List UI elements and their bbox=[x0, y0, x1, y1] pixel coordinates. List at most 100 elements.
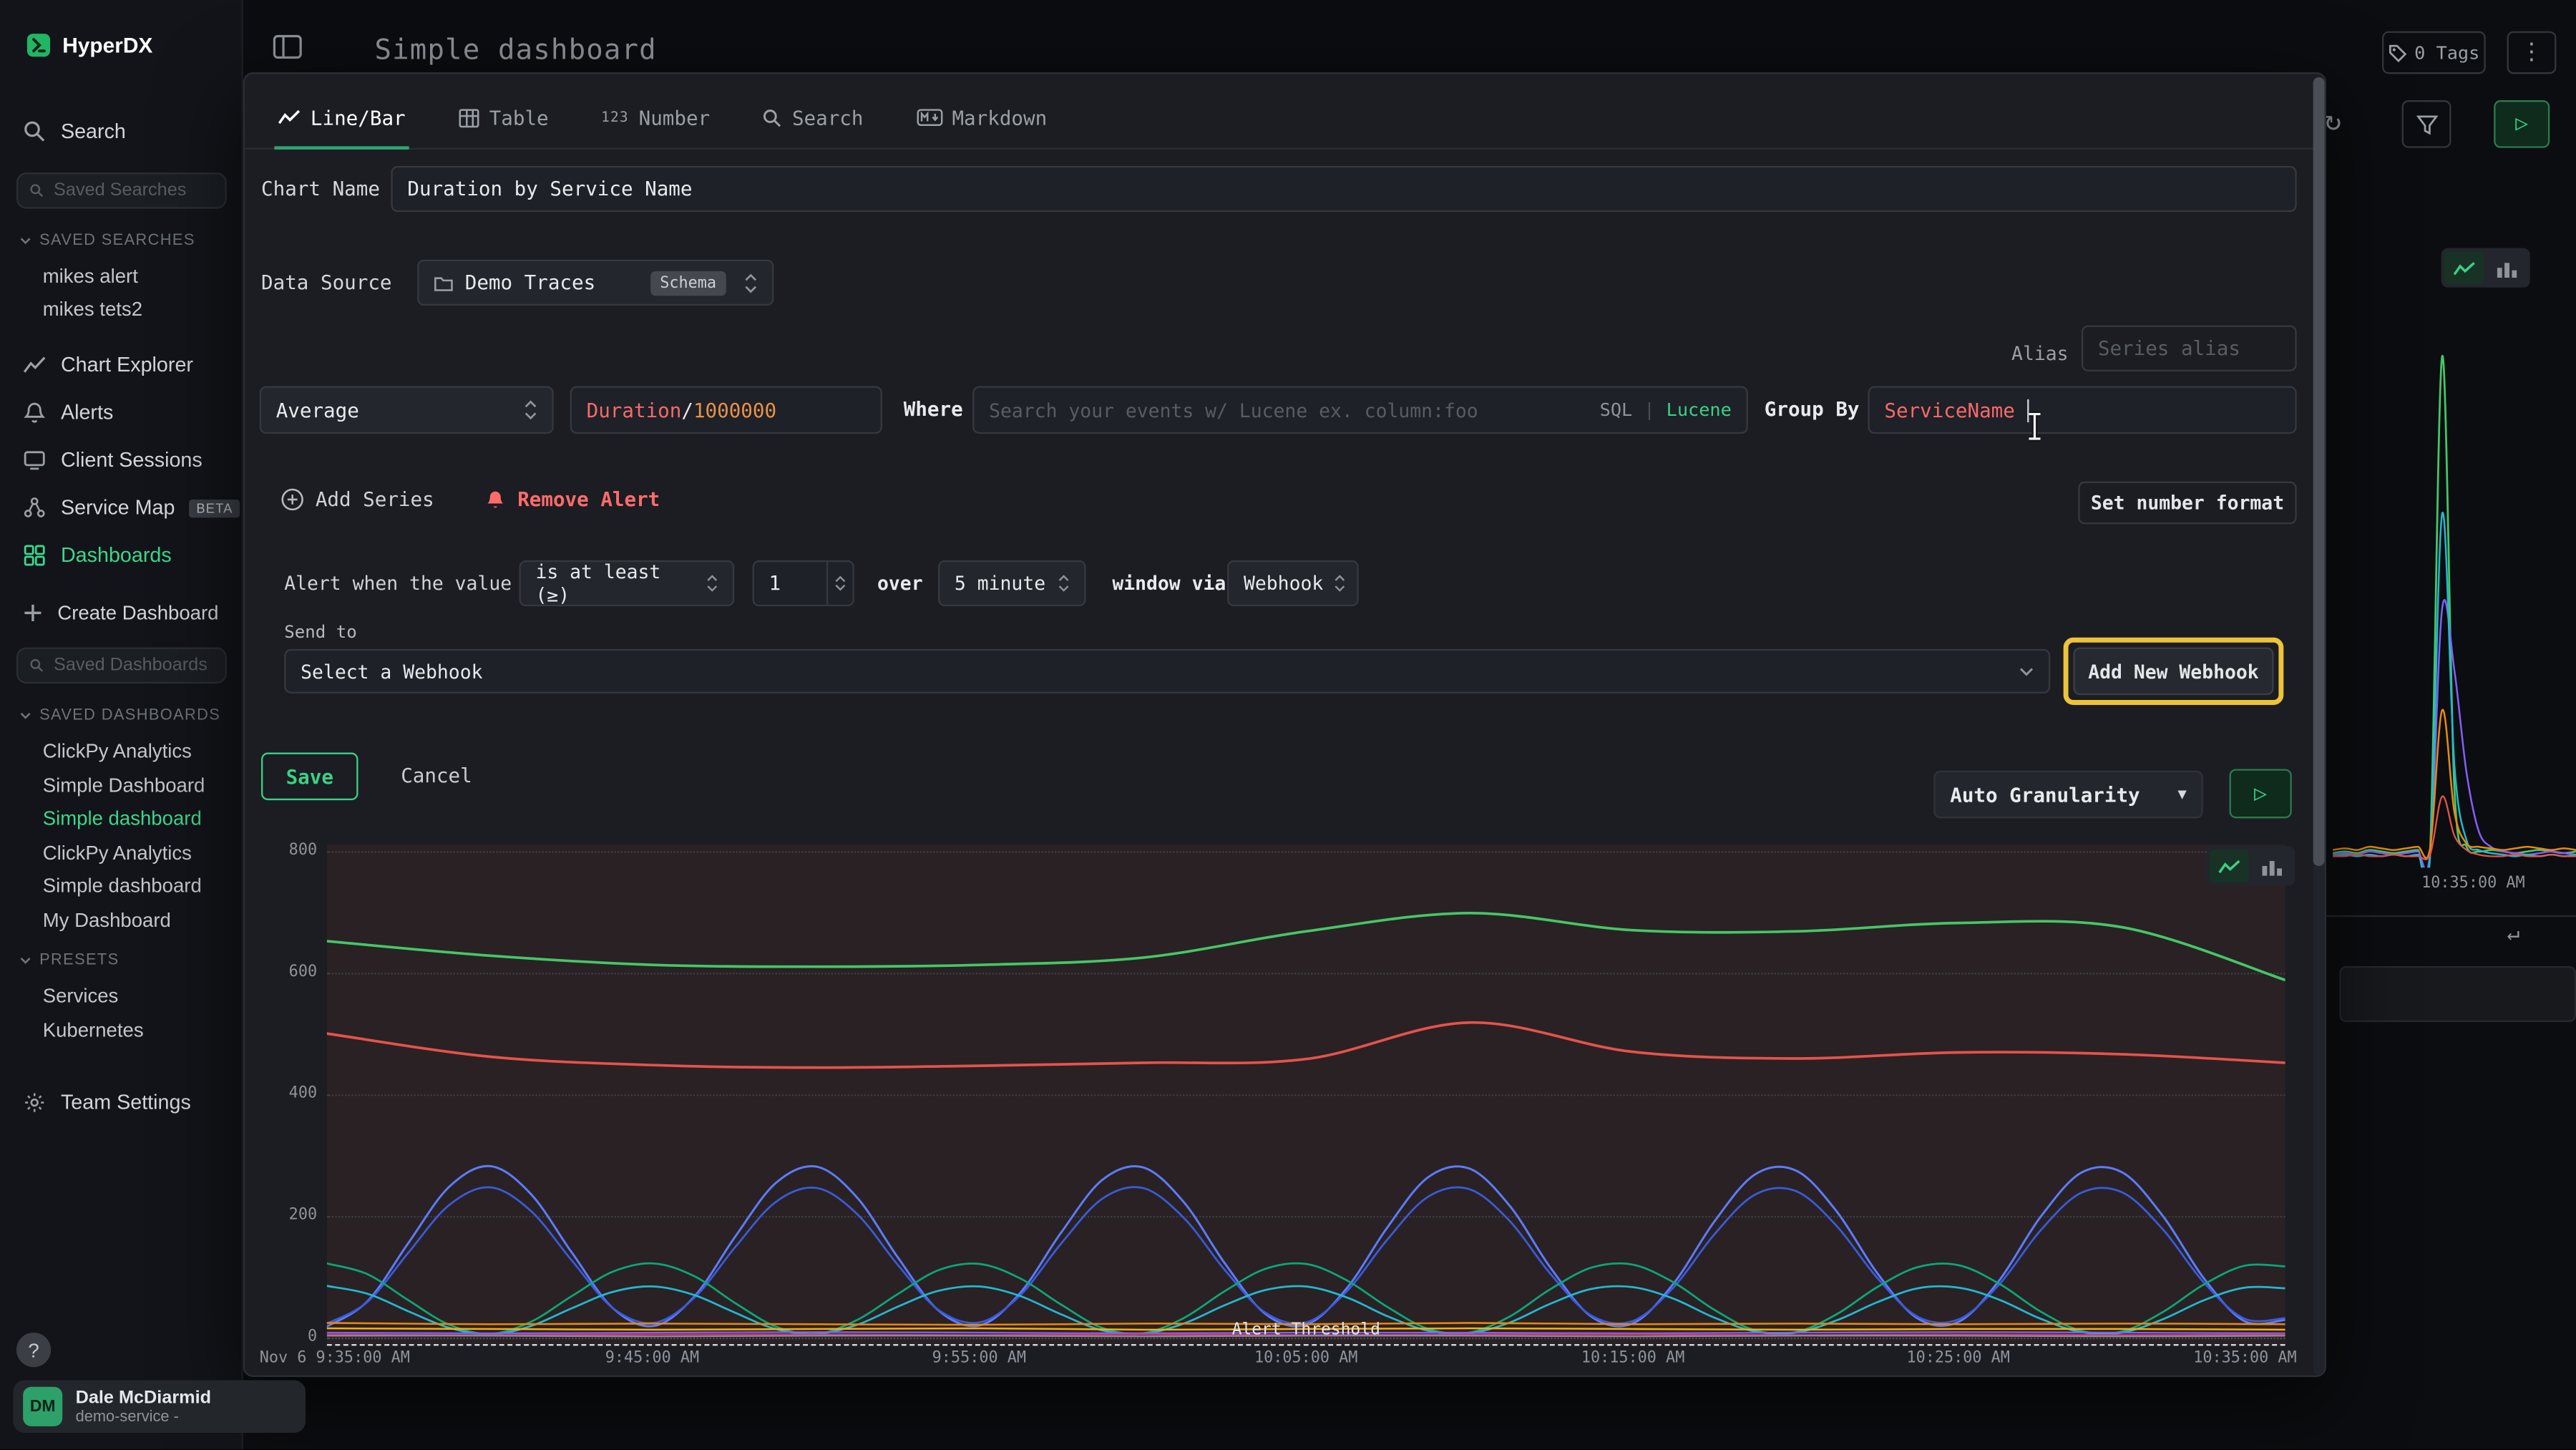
remove-alert-button[interactable]: Remove Alert bbox=[484, 488, 660, 511]
preview-run-button[interactable]: ▷ bbox=[2230, 769, 2292, 818]
alert-threshold-label: Alert Threshold bbox=[327, 1321, 2285, 1339]
data-source-select[interactable]: Demo Traces Schema bbox=[417, 260, 774, 306]
sidebar-item-chart-explorer[interactable]: Chart Explorer bbox=[23, 349, 193, 381]
x-tick: 10:35:00 AM bbox=[2099, 1349, 2297, 1367]
saved-searches-header[interactable]: SAVED SEARCHES bbox=[20, 232, 195, 250]
alert-threshold-field[interactable] bbox=[753, 560, 854, 606]
window-via-label: window via bbox=[1112, 572, 1226, 595]
chart-name-field[interactable] bbox=[391, 166, 2296, 212]
granularity-select[interactable]: Auto Granularity ▼ bbox=[1933, 771, 2203, 819]
modal-scrollbar[interactable] bbox=[2313, 77, 2325, 1376]
alert-window-select[interactable]: 5 minute bbox=[938, 560, 1086, 606]
line-chart-icon bbox=[2453, 259, 2476, 277]
add-new-webhook-button[interactable]: Add New Webhook bbox=[2073, 648, 2273, 696]
funnel-icon bbox=[2416, 115, 2437, 135]
run-query-button[interactable]: ▷ bbox=[2494, 100, 2550, 148]
aggregation-select[interactable]: Average bbox=[260, 386, 554, 434]
user-menu[interactable]: DM Dale McDiarmid demo-service - bbox=[13, 1381, 306, 1433]
beta-badge: BETA bbox=[190, 499, 240, 517]
tab-table[interactable]: Table bbox=[458, 87, 549, 149]
saved-dashboard-item[interactable]: ClickPy Analytics bbox=[43, 842, 192, 865]
saved-dashboards-input[interactable] bbox=[54, 656, 213, 676]
sidebar-item-team-settings[interactable]: Team Settings bbox=[23, 1086, 191, 1119]
tab-search[interactable]: Search bbox=[763, 87, 864, 149]
presets-header[interactable]: PRESETS bbox=[20, 951, 119, 969]
background-chart-type-toggle[interactable] bbox=[2441, 248, 2530, 288]
tab-number[interactable]: 123 Number bbox=[601, 87, 710, 149]
sidebar-item-client-sessions[interactable]: Client Sessions bbox=[23, 444, 203, 477]
saved-dashboard-item-active[interactable]: Simple dashboard bbox=[43, 807, 202, 829]
saved-dashboards-header[interactable]: SAVED DASHBOARDS bbox=[20, 706, 221, 724]
x-tick: 10:05:00 AM bbox=[1207, 1349, 1405, 1367]
alias-input[interactable] bbox=[2098, 337, 2280, 360]
where-input[interactable] bbox=[989, 399, 1588, 422]
plus-circle-icon bbox=[281, 488, 304, 511]
y-tick: 200 bbox=[251, 1206, 317, 1224]
alert-threshold-line[interactable] bbox=[327, 1344, 2285, 1346]
sidebar-item-alerts[interactable]: Alerts bbox=[23, 396, 113, 429]
modal-scrollbar-thumb[interactable] bbox=[2313, 77, 2325, 866]
help-button[interactable]: ? bbox=[16, 1333, 51, 1367]
saved-searches-searchbox[interactable] bbox=[16, 172, 227, 209]
x-tick: 10:15:00 AM bbox=[1534, 1349, 1732, 1367]
tab-line-bar[interactable]: Line/Bar bbox=[278, 87, 406, 149]
saved-search-item[interactable]: mikes alert bbox=[43, 265, 138, 288]
line-chart-icon bbox=[2218, 857, 2240, 875]
mouse-text-cursor bbox=[2024, 411, 2046, 442]
alert-threshold-input[interactable] bbox=[769, 572, 814, 595]
cancel-button[interactable]: Cancel bbox=[401, 764, 472, 787]
chart-name-input[interactable] bbox=[407, 177, 2280, 200]
formula-field[interactable]: Duration/1000000 bbox=[570, 386, 882, 434]
chart-name-label: Chart Name bbox=[261, 177, 380, 200]
sidebar-item-search[interactable]: Search bbox=[23, 115, 126, 148]
sidebar-item-service-map[interactable]: Service Map BETA bbox=[23, 491, 240, 524]
x-tick: 9:45:00 AM bbox=[554, 1349, 751, 1367]
bar-chart-icon bbox=[2262, 857, 2282, 875]
saved-dashboard-item[interactable]: ClickPy Analytics bbox=[43, 739, 192, 762]
chevron-down-icon bbox=[2019, 666, 2034, 676]
tab-markdown[interactable]: Markdown bbox=[916, 87, 1047, 149]
y-tick: 800 bbox=[251, 842, 317, 860]
filter-button[interactable] bbox=[2402, 100, 2451, 148]
alert-prefix-text: Alert when the value bbox=[284, 572, 512, 595]
alert-bell-icon bbox=[484, 488, 506, 511]
saved-searches-input[interactable] bbox=[54, 181, 213, 201]
lucene-toggle[interactable]: Lucene bbox=[1667, 399, 1732, 421]
saved-search-item[interactable]: mikes tets2 bbox=[43, 298, 142, 321]
set-number-format-button[interactable]: Set number format bbox=[2078, 482, 2296, 525]
sql-toggle[interactable]: SQL bbox=[1600, 399, 1633, 421]
refresh-icon[interactable]: ↻ bbox=[2325, 105, 2342, 138]
more-options-button[interactable]: ⋮ bbox=[2507, 31, 2557, 74]
add-series-button[interactable]: Add Series bbox=[281, 488, 434, 511]
brand[interactable]: HyperDX bbox=[26, 33, 153, 57]
saved-dashboard-item[interactable]: My Dashboard bbox=[43, 909, 171, 932]
group-by-label: Group By bbox=[1765, 398, 1860, 421]
alert-channel-select[interactable]: Webhook bbox=[1227, 560, 1359, 606]
tags-button[interactable]: 0 Tags bbox=[2382, 31, 2486, 74]
formula-operator: / bbox=[681, 399, 693, 422]
chevron-updown-icon bbox=[1335, 573, 1346, 593]
service-map-icon bbox=[23, 496, 46, 519]
saved-dashboard-item[interactable]: Simple dashboard bbox=[43, 874, 202, 897]
saved-dashboards-searchbox[interactable] bbox=[16, 648, 227, 684]
number-stepper[interactable] bbox=[826, 562, 853, 605]
editor-tabs: Line/Bar Table 123 Number Search Markdow… bbox=[245, 87, 2326, 150]
webhook-select[interactable]: Select a Webhook bbox=[284, 649, 2050, 694]
table-icon bbox=[458, 107, 479, 127]
collapse-sidebar-icon[interactable] bbox=[273, 34, 302, 59]
chart-explorer-icon bbox=[23, 354, 46, 376]
save-button[interactable]: Save bbox=[261, 753, 358, 801]
preset-item[interactable]: Services bbox=[43, 984, 119, 1007]
alias-field[interactable] bbox=[2082, 326, 2297, 371]
chevron-down-icon bbox=[20, 711, 31, 719]
saved-dashboard-item[interactable]: Simple Dashboard bbox=[43, 774, 205, 797]
preset-item[interactable]: Kubernetes bbox=[43, 1018, 144, 1041]
alert-condition-select[interactable]: is at least (≥) bbox=[519, 560, 735, 606]
sidebar-item-dashboards[interactable]: Dashboards bbox=[23, 539, 172, 572]
duration-line-chart[interactable] bbox=[327, 840, 2285, 1349]
where-search-field[interactable]: SQL | Lucene bbox=[972, 386, 1748, 434]
group-by-field[interactable]: ServiceName bbox=[1868, 386, 2296, 434]
create-dashboard-button[interactable]: Create Dashboard bbox=[23, 596, 218, 629]
chart-type-toggle[interactable] bbox=[2206, 846, 2295, 885]
page-title: Simple dashboard bbox=[374, 34, 656, 67]
